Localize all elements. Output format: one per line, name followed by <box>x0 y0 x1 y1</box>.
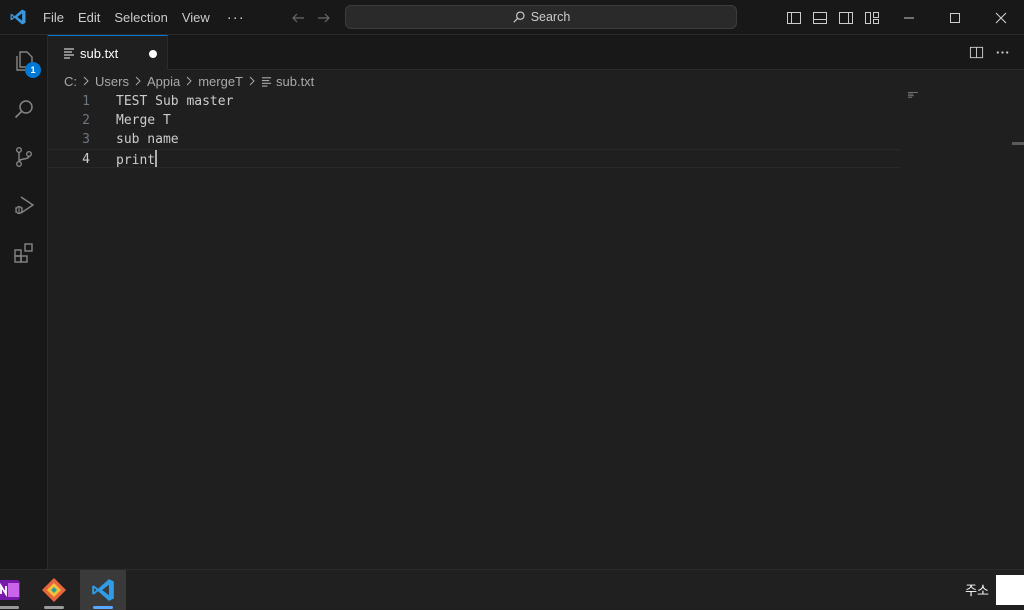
menu-more-button[interactable]: ··· <box>217 0 255 35</box>
line-number: 3 <box>82 132 90 147</box>
editor-actions <box>968 44 1010 60</box>
breadcrumb-item[interactable]: sub.txt <box>276 74 314 89</box>
line-number: 1 <box>82 94 90 109</box>
toggle-secondary-sidebar-icon[interactable] <box>836 8 856 28</box>
line-text[interactable]: Merge T <box>116 111 171 130</box>
breadcrumb-item[interactable]: C: <box>64 74 77 89</box>
explorer-badge: 1 <box>25 62 41 78</box>
address-toolbar-label: 주소 <box>965 583 989 598</box>
activity-bar: 1 <box>0 35 48 569</box>
chevron-right-icon <box>247 76 257 86</box>
menu-file[interactable]: File <box>36 0 71 35</box>
line-text[interactable]: TEST Sub master <box>116 92 233 111</box>
go-back-icon[interactable] <box>288 8 308 28</box>
scrollbar-position-marker <box>1012 142 1024 145</box>
close-icon[interactable] <box>978 0 1024 35</box>
text-cursor <box>155 150 157 167</box>
maximize-icon[interactable] <box>932 0 978 35</box>
windows-taskbar: 주소 <box>0 569 1024 610</box>
tab-sub-txt[interactable]: sub.txt <box>48 35 168 70</box>
source-control-button[interactable] <box>0 133 48 181</box>
toggle-panel-icon[interactable] <box>810 8 830 28</box>
breadcrumb: C: Users Appia mergeT sub.txt <box>64 72 314 90</box>
minimap[interactable] <box>908 92 924 98</box>
editor-line[interactable]: 1 TEST Sub master <box>48 92 900 111</box>
line-number: 4 <box>82 152 90 167</box>
breadcrumb-item[interactable]: mergeT <box>198 74 243 89</box>
source-control-icon <box>15 147 32 168</box>
run-debug-button[interactable] <box>0 181 48 229</box>
vertical-scrollbar[interactable] <box>1010 90 1024 569</box>
split-editor-icon[interactable] <box>968 44 984 60</box>
menu-view[interactable]: View <box>175 0 217 35</box>
taskbar-vscode[interactable] <box>80 570 126 610</box>
nav-arrows <box>288 8 334 28</box>
command-center-search[interactable]: Search <box>345 5 737 29</box>
menu-bar: File Edit Selection View ··· <box>36 0 255 35</box>
search-icon <box>513 11 525 23</box>
toggle-primary-sidebar-icon[interactable] <box>784 8 804 28</box>
customize-layout-icon[interactable] <box>862 8 882 28</box>
search-view-button[interactable] <box>0 85 48 133</box>
run-debug-icon <box>15 196 35 215</box>
editor-line[interactable]: 3 sub name <box>48 130 900 149</box>
breadcrumb-item[interactable]: Appia <box>147 74 180 89</box>
unsaved-dot-icon[interactable] <box>149 50 157 58</box>
text-file-icon <box>261 76 272 87</box>
taskbar-onenote[interactable] <box>0 570 32 610</box>
search-label: Search <box>530 10 571 24</box>
editor-line[interactable]: 2 Merge T <box>48 111 900 130</box>
address-input[interactable] <box>996 575 1024 605</box>
breadcrumb-item[interactable]: Users <box>95 74 129 89</box>
text-file-icon <box>64 48 74 59</box>
chevron-right-icon <box>133 76 143 86</box>
explorer-button[interactable]: 1 <box>0 37 48 85</box>
tab-label: sub.txt <box>80 45 119 61</box>
title-bar: File Edit Selection View ··· Search <box>0 0 1024 35</box>
search-icon <box>14 100 33 119</box>
menu-edit[interactable]: Edit <box>71 0 107 35</box>
vscode-icon <box>92 579 114 601</box>
vscode-logo-icon[interactable] <box>9 8 27 26</box>
line-text[interactable]: print <box>116 153 155 168</box>
chevron-right-icon <box>184 76 194 86</box>
git-icon <box>42 578 66 602</box>
more-actions-icon[interactable] <box>994 44 1010 60</box>
taskbar-git[interactable] <box>31 570 77 610</box>
chevron-right-icon <box>81 76 91 86</box>
window-controls <box>886 0 1024 35</box>
text-editor[interactable]: 1 TEST Sub master 2 Merge T 3 sub name 4… <box>48 90 1010 569</box>
onenote-icon <box>0 580 20 600</box>
editor-line-current[interactable]: 4 print <box>48 149 900 168</box>
line-text[interactable]: sub name <box>116 130 179 149</box>
line-text-with-cursor[interactable]: print <box>116 150 157 170</box>
layout-controls <box>784 8 882 28</box>
minimize-icon[interactable] <box>886 0 932 35</box>
line-number: 2 <box>82 113 90 128</box>
go-forward-icon[interactable] <box>314 8 334 28</box>
editor-tab-bar: sub.txt <box>48 35 1024 70</box>
extensions-icon <box>14 243 33 263</box>
extensions-button[interactable] <box>0 229 48 277</box>
menu-selection[interactable]: Selection <box>107 0 174 35</box>
